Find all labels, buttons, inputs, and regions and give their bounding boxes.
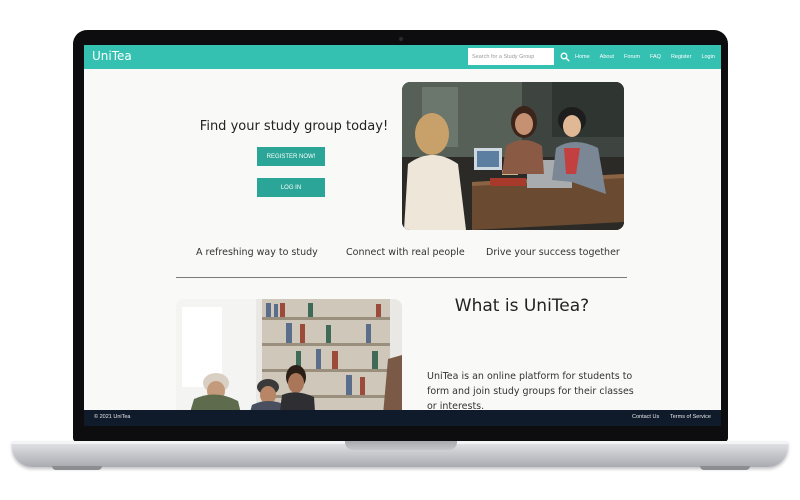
nav-register[interactable]: Register (671, 54, 691, 60)
library-photo-students (176, 299, 402, 426)
nav-links: Home About Forum FAQ Register Login (575, 45, 721, 69)
footer-terms-link[interactable]: Terms of Service (670, 414, 711, 420)
nav-faq[interactable]: FAQ (650, 54, 661, 60)
feature-text: Connect with real people (346, 247, 465, 258)
laptop-foot-left (52, 466, 102, 470)
nav-home[interactable]: Home (575, 54, 590, 60)
footer: © 2021 UniTea Contact Us Terms of Servic… (84, 410, 721, 426)
nav-forum[interactable]: Forum (624, 54, 640, 60)
laptop-notch (345, 441, 457, 450)
feature-text: A refreshing way to study (196, 247, 318, 258)
search-icon[interactable] (560, 52, 570, 62)
navbar: UniTea Home About Forum FAQ Register Log… (84, 45, 721, 69)
laptop-foot-right (700, 466, 750, 470)
nav-about[interactable]: About (600, 54, 614, 60)
section-divider (176, 277, 627, 278)
webcam (399, 37, 403, 41)
register-button[interactable]: REGISTER NOW! (257, 147, 325, 166)
login-button[interactable]: LOG IN (257, 178, 325, 197)
brand-logo[interactable]: UniTea (92, 49, 132, 63)
hero-title: Find your study group today! (199, 119, 389, 134)
hero-photo-students (402, 82, 624, 230)
nav-login[interactable]: Login (701, 54, 714, 60)
footer-contact-link[interactable]: Contact Us (632, 414, 659, 420)
about-title: What is UniTea? (454, 296, 590, 316)
feature-text: Drive your success together (486, 247, 620, 258)
search-input[interactable] (468, 48, 554, 65)
copyright-text: © 2021 UniTea (94, 414, 131, 420)
about-description: UniTea is an online platform for student… (427, 371, 634, 412)
browser-viewport: UniTea Home About Forum FAQ Register Log… (84, 45, 721, 426)
